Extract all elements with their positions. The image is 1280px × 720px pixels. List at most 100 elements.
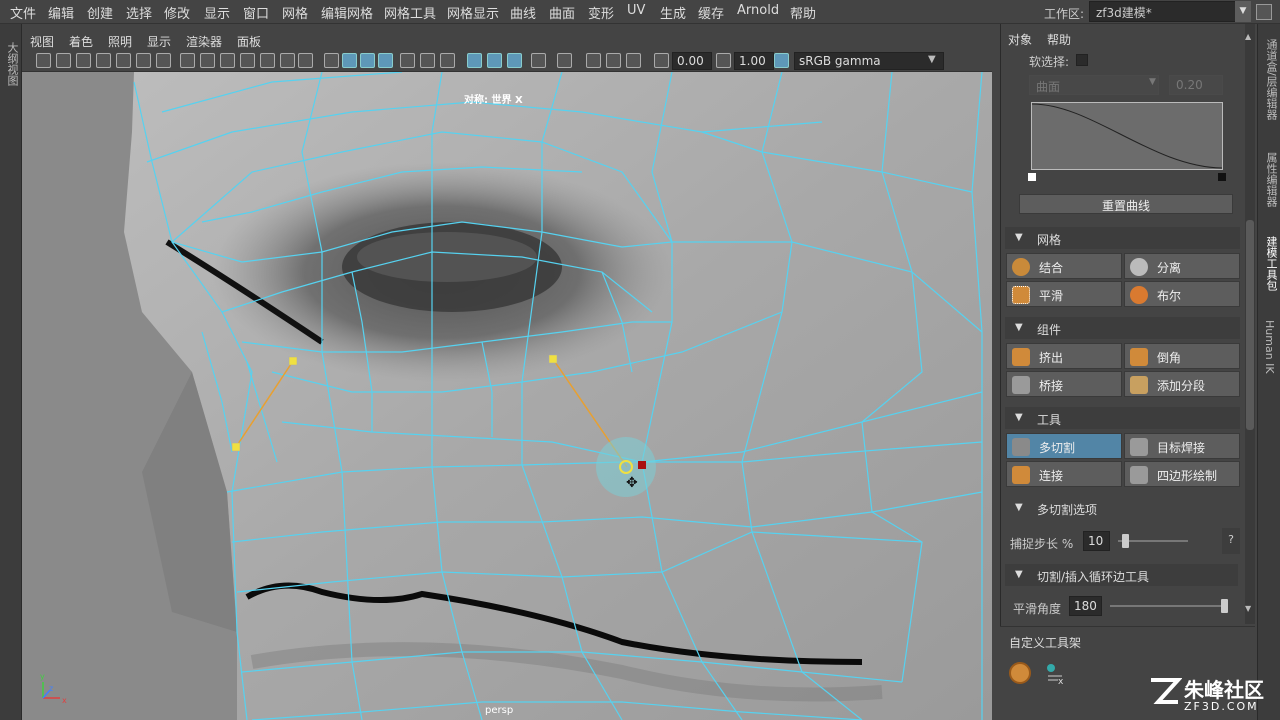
falloff-radius-field[interactable]: 0.20	[1169, 75, 1223, 95]
shelf-boolean-icon[interactable]	[1009, 662, 1031, 684]
menu-deform[interactable]: 变形	[588, 3, 614, 22]
default-material-icon[interactable]	[378, 53, 393, 68]
outliner-tab[interactable]: 大纲视图	[4, 42, 20, 86]
section-tools-header[interactable]: ▼ 工具	[1005, 407, 1240, 429]
boolean-button[interactable]: 布尔	[1124, 281, 1240, 307]
curve-key-start[interactable]	[1028, 173, 1036, 181]
xray-icon[interactable]	[467, 53, 482, 68]
menu-arnold[interactable]: Arnold	[737, 3, 779, 18]
film-gate-icon[interactable]	[200, 53, 215, 68]
panel-menu-lighting[interactable]: 照明	[108, 33, 132, 50]
combine-button[interactable]: 结合	[1006, 253, 1122, 279]
menu-mesh-display[interactable]: 网格显示	[447, 3, 499, 22]
smooth-shade-icon[interactable]	[342, 53, 357, 68]
modeling-toolkit-tab[interactable]: 建模工具包	[1263, 236, 1279, 291]
screen-space-ao-icon[interactable]	[557, 53, 572, 68]
resolution-gate-icon[interactable]	[220, 53, 235, 68]
xray-components-icon[interactable]	[507, 53, 522, 68]
wireframe-on-shaded-icon[interactable]	[360, 53, 375, 68]
chevron-down-icon[interactable]: ▼	[928, 54, 936, 65]
soft-select-checkbox[interactable]	[1076, 54, 1088, 66]
view-transform-select[interactable]: sRGB gamma	[794, 52, 944, 70]
shelf-script-icon[interactable]: x	[1044, 662, 1066, 687]
bevel-button[interactable]: 倒角	[1124, 343, 1240, 369]
safe-action-icon[interactable]	[280, 53, 295, 68]
panel-menu-view[interactable]: 视图	[30, 33, 54, 50]
smooth-angle-field[interactable]: 180	[1069, 596, 1102, 616]
reset-curve-button[interactable]: 重置曲线	[1019, 194, 1233, 214]
separate-button[interactable]: 分离	[1124, 253, 1240, 279]
menu-window[interactable]: 窗口	[243, 3, 269, 22]
menu-select[interactable]: 选择	[126, 3, 152, 22]
snap-step-field[interactable]: 10	[1083, 531, 1110, 551]
menu-generate[interactable]: 生成	[660, 3, 686, 22]
gamma-field[interactable]: 1.00	[734, 52, 774, 70]
scroll-up-icon[interactable]: ▲	[1245, 32, 1251, 41]
menu-curves[interactable]: 曲线	[510, 3, 536, 22]
quad-draw-button[interactable]: 四边形绘制	[1124, 461, 1240, 487]
panel-menu-object[interactable]: 对象	[1008, 31, 1032, 48]
color-management-icon[interactable]	[774, 53, 789, 68]
human-ik-tab[interactable]: Human IK	[1263, 320, 1276, 374]
connect-button[interactable]: 连接	[1006, 461, 1122, 487]
menu-help[interactable]: 帮助	[790, 3, 816, 22]
menu-file[interactable]: 文件	[10, 3, 36, 22]
multi-cut-button[interactable]: 多切割	[1006, 433, 1122, 459]
panel-scrollbar-thumb[interactable]	[1246, 220, 1254, 430]
menu-uv[interactable]: UV	[627, 3, 645, 18]
section-multicut-options-header[interactable]: ▼ 多切割选项	[1005, 497, 1240, 519]
menu-modify[interactable]: 修改	[164, 3, 190, 22]
textured-icon[interactable]	[400, 53, 415, 68]
image-plane-icon[interactable]	[96, 53, 111, 68]
isolate-select-icon[interactable]	[531, 53, 546, 68]
curve-key-end[interactable]	[1218, 173, 1226, 181]
select-camera-icon[interactable]	[36, 53, 51, 68]
falloff-curve-graph[interactable]	[1031, 102, 1223, 170]
depth-of-field-icon[interactable]	[626, 53, 641, 68]
menu-cache[interactable]: 缓存	[698, 3, 724, 22]
section-loop-tool-header[interactable]: ▼ 切割/插入循环边工具	[1005, 564, 1238, 586]
field-chart-icon[interactable]	[260, 53, 275, 68]
smooth-angle-slider-thumb[interactable]	[1221, 599, 1228, 613]
scroll-down-icon[interactable]: ▼	[1245, 604, 1251, 613]
gate-mask-icon[interactable]	[240, 53, 255, 68]
exposure-field[interactable]: 0.00	[672, 52, 712, 70]
section-mesh-header[interactable]: ▼ 网格	[1005, 227, 1240, 249]
panel-menu-panels[interactable]: 面板	[237, 33, 261, 50]
menu-mesh[interactable]: 网格	[282, 3, 308, 22]
chevron-down-icon[interactable]: ▼	[1235, 1, 1251, 22]
menu-display[interactable]: 显示	[204, 3, 230, 22]
chevron-down-icon[interactable]: ▼	[1149, 77, 1156, 87]
grease-pencil-icon[interactable]	[116, 53, 131, 68]
shadows-icon[interactable]	[440, 53, 455, 68]
motion-blur-icon[interactable]	[586, 53, 601, 68]
safe-title-icon[interactable]	[298, 53, 313, 68]
bridge-button[interactable]: 桥接	[1006, 371, 1122, 397]
multisample-icon[interactable]	[606, 53, 621, 68]
smooth-button[interactable]: 平滑	[1006, 281, 1122, 307]
lights-icon[interactable]	[420, 53, 435, 68]
grid-icon[interactable]	[180, 53, 195, 68]
camera-lock-icon[interactable]	[156, 53, 171, 68]
workspace-lock-icon[interactable]	[1256, 4, 1272, 20]
channel-box-tab[interactable]: 通道盒/层编辑器	[1263, 39, 1279, 120]
add-divisions-button[interactable]: 添加分段	[1124, 371, 1240, 397]
falloff-mode-select[interactable]: 曲面	[1029, 75, 1159, 95]
menu-mesh-tools[interactable]: 网格工具	[384, 3, 436, 22]
menu-edit-mesh[interactable]: 编辑网格	[321, 3, 373, 22]
help-button[interactable]: ?	[1222, 528, 1240, 554]
smooth-angle-slider[interactable]	[1110, 605, 1228, 607]
target-weld-button[interactable]: 目标焊接	[1124, 433, 1240, 459]
camera-attributes-icon[interactable]	[56, 53, 71, 68]
menu-edit[interactable]: 编辑	[48, 3, 74, 22]
menu-create[interactable]: 创建	[87, 3, 113, 22]
section-components-header[interactable]: ▼ 组件	[1005, 317, 1240, 339]
panel-menu-show[interactable]: 显示	[147, 33, 171, 50]
panel-menu-renderer[interactable]: 渲染器	[186, 33, 222, 50]
panel-menu-shading[interactable]: 着色	[69, 33, 93, 50]
attribute-editor-tab[interactable]: 属性编辑器	[1263, 152, 1279, 207]
2d-pan-zoom-icon[interactable]	[136, 53, 151, 68]
snap-step-slider-thumb[interactable]	[1122, 534, 1129, 548]
bookmark-icon[interactable]	[76, 53, 91, 68]
extrude-button[interactable]: 挤出	[1006, 343, 1122, 369]
